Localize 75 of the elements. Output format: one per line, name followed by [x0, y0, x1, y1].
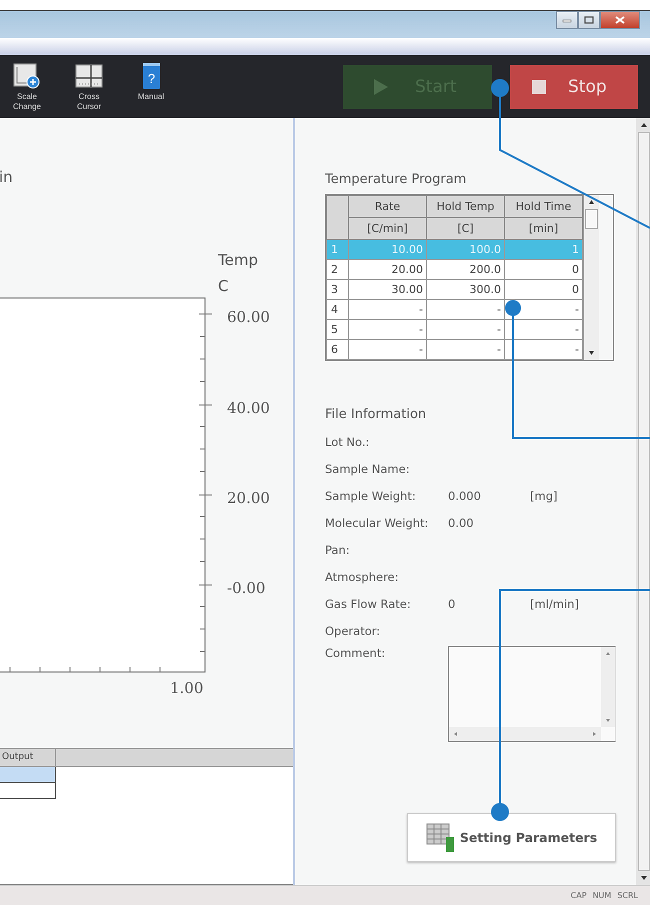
field-label: Sample Weight:: [325, 488, 417, 502]
close-button[interactable]: [600, 11, 640, 29]
table-cell[interactable]: -: [504, 340, 582, 360]
row-number: 2: [326, 260, 348, 280]
setting-parameters-button[interactable]: Setting Parameters: [407, 813, 616, 862]
row-number: 4: [326, 300, 348, 320]
status-indicator: NUM: [592, 891, 612, 900]
section-title: File Information: [325, 406, 428, 424]
table-cell[interactable]: 30.00: [348, 280, 426, 300]
field-value: 0.00: [448, 516, 474, 530]
table-cell[interactable]: -: [348, 320, 426, 340]
column-unit: [C/min]: [348, 218, 426, 240]
field-label: Sample Name:: [325, 462, 411, 476]
axis-tick-label: -0.00: [227, 579, 266, 597]
table-cell[interactable]: -: [426, 320, 504, 340]
field-label: Gas Flow Rate:: [325, 596, 412, 610]
field-label: Pan:: [325, 542, 351, 556]
table-cell[interactable]: -: [348, 300, 426, 320]
column-header: Hold Time: [504, 196, 582, 218]
column-unit: [C]: [426, 218, 504, 240]
scrollbar[interactable]: [583, 195, 599, 360]
column-header: Hold Temp: [426, 196, 504, 218]
status-indicator: SCRL: [617, 891, 638, 900]
toolbar-button[interactable]: Cross Cursor: [68, 62, 110, 112]
axis-tick-label: 20.00: [227, 489, 270, 507]
toolbar-button[interactable]: Scale Change: [6, 62, 48, 112]
field-label: Operator:: [325, 624, 382, 638]
comment-field[interactable]: [448, 646, 616, 742]
stop-button[interactable]: Stop: [510, 64, 638, 108]
table-cell[interactable]: -: [504, 320, 582, 340]
field-value: 0.000: [448, 488, 481, 502]
section-title: Temperature Program: [325, 172, 468, 189]
table-cell[interactable]: -: [426, 340, 504, 360]
column-header: Output: [0, 749, 56, 766]
table-row[interactable]: [0, 767, 56, 783]
maximize-button[interactable]: [578, 11, 600, 29]
minimize-icon: [562, 17, 572, 23]
field-value: 0: [448, 596, 456, 610]
field-label: Atmosphere:: [325, 570, 400, 584]
scrollbar[interactable]: [636, 118, 650, 885]
axis-unit: C: [218, 277, 228, 295]
axis-tick-label: 1.00: [170, 679, 204, 697]
row-number: 5: [326, 320, 348, 340]
table-cell[interactable]: 20.00: [348, 260, 426, 280]
field-unit: [mg]: [530, 488, 558, 502]
row-number: 3: [326, 280, 348, 300]
field-unit: [ml/min]: [530, 596, 579, 610]
field-label: Molecular Weight:: [325, 516, 430, 530]
axis-unit: in: [0, 168, 13, 186]
row-number: 6: [326, 340, 348, 360]
field-label: Lot No.:: [325, 434, 370, 448]
table-cell[interactable]: -: [426, 300, 504, 320]
stop-icon: [532, 80, 546, 94]
maximize-icon: [584, 16, 594, 24]
axis-title: Temp: [218, 251, 258, 269]
axis-tick-label: 60.00: [227, 308, 270, 326]
table-cell[interactable]: 300.0: [426, 280, 504, 300]
row-number: 1: [326, 240, 348, 260]
close-icon: [615, 16, 625, 24]
crosshair-chart-icon: [74, 62, 104, 90]
table-row[interactable]: [0, 783, 56, 799]
play-icon: [373, 78, 389, 94]
field-label: Comment:: [325, 646, 386, 662]
status-indicator: CAP: [570, 891, 587, 900]
zoom-chart-icon: [12, 62, 42, 90]
column-header: Rate: [348, 196, 426, 218]
axis-tick-label: 40.00: [227, 399, 270, 417]
table-cell[interactable]: -: [348, 340, 426, 360]
column-unit: [min]: [504, 218, 582, 240]
table-cell[interactable]: 200.0: [426, 260, 504, 280]
scroll-thumb[interactable]: [638, 132, 650, 871]
scroll-thumb[interactable]: [585, 209, 598, 229]
table-cell[interactable]: 0: [504, 260, 582, 280]
toolbar-button[interactable]: ? Manual: [130, 62, 172, 112]
table-cell[interactable]: 0: [504, 280, 582, 300]
